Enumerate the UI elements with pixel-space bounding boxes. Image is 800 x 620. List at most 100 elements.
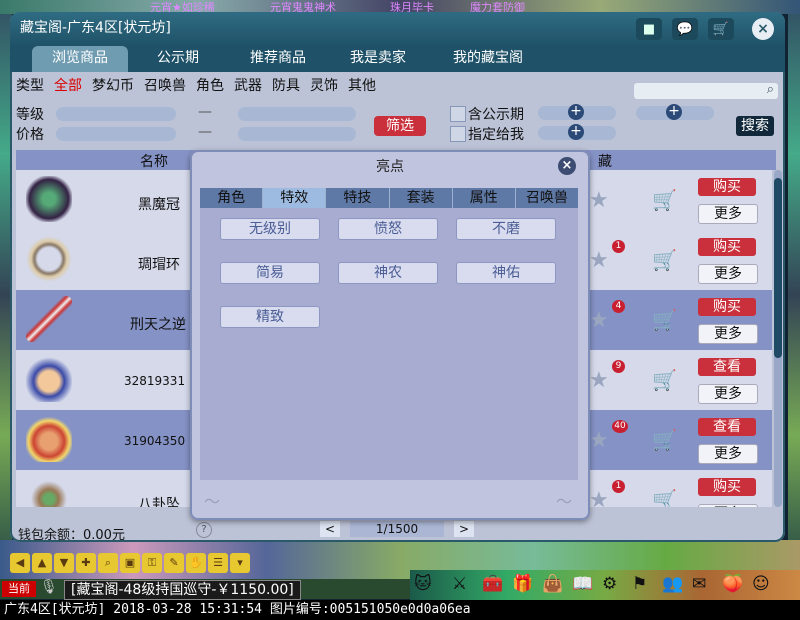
plus-icon: + xyxy=(666,104,682,120)
magnifier-icon[interactable]: ⌕ xyxy=(98,553,118,573)
tab-browse[interactable]: 浏览商品 xyxy=(32,46,128,72)
option-simple[interactable]: 简易 xyxy=(220,262,320,284)
bag-icon[interactable]: ▣ xyxy=(120,553,140,573)
tab-my-pavilion[interactable]: 我的藏宝阁 xyxy=(436,46,540,72)
option-shenyou[interactable]: 神佑 xyxy=(456,262,556,284)
hand-icon[interactable]: ✋ xyxy=(186,553,206,573)
chat-message[interactable]: [藏宝阁-48级持国巡守-￥1150.00] xyxy=(64,580,301,600)
tab-effects[interactable]: 特效 xyxy=(263,188,327,208)
add-filter-button[interactable]: + xyxy=(636,104,714,120)
view-button[interactable]: 查看 xyxy=(698,358,756,376)
option-shennong[interactable]: 神农 xyxy=(338,262,438,284)
chat-bubble-icon[interactable]: 💬 xyxy=(672,18,698,40)
close-icon[interactable]: × xyxy=(752,18,774,40)
more-button[interactable]: 更多 xyxy=(698,504,758,507)
arrow-left-icon[interactable]: ◀ xyxy=(10,553,30,573)
cart-icon[interactable]: 🛒 xyxy=(652,488,677,507)
prev-page-button[interactable]: < xyxy=(320,521,340,537)
add-filter-button[interactable]: + xyxy=(538,104,616,120)
category-all[interactable]: 全部 xyxy=(54,78,82,94)
favorite-star-icon[interactable]: ★ xyxy=(589,488,609,507)
book-icon[interactable]: 📖 xyxy=(572,574,593,594)
favorite-star-icon[interactable]: ★ xyxy=(589,368,609,393)
sword-icon[interactable]: ⚔ xyxy=(452,574,467,594)
option-anger[interactable]: 愤怒 xyxy=(338,218,438,240)
lock-icon[interactable]: ⚿ xyxy=(142,553,162,573)
flag-icon[interactable]: ⚑ xyxy=(632,574,647,594)
buy-button[interactable]: 购买 xyxy=(698,298,756,316)
more-button[interactable]: 更多 xyxy=(698,384,758,404)
favorite-star-icon[interactable]: ★ xyxy=(589,248,609,273)
gear-icon[interactable]: ⚙ xyxy=(602,574,617,594)
scrollbar-thumb[interactable] xyxy=(774,178,782,358)
cart-icon[interactable]: 🛒 xyxy=(708,18,734,40)
category-armor[interactable]: 防具 xyxy=(272,78,300,94)
cart-icon[interactable]: 🛒 xyxy=(652,428,677,452)
option-no-level[interactable]: 无级别 xyxy=(220,218,320,240)
tab-role[interactable]: 角色 xyxy=(200,188,264,208)
tab-summon[interactable]: 召唤兽 xyxy=(516,188,578,208)
level-min-input[interactable] xyxy=(56,107,176,121)
tab-attributes[interactable]: 属性 xyxy=(453,188,516,208)
assigned-checkbox[interactable] xyxy=(450,126,466,142)
option-unbreakable[interactable]: 不磨 xyxy=(456,218,556,240)
pet-icon[interactable]: 🐱 xyxy=(414,574,432,594)
option-exquisite[interactable]: 精致 xyxy=(220,306,320,328)
chevron-down-icon[interactable]: ▾ xyxy=(230,553,250,573)
chat-channel[interactable]: 当前 xyxy=(2,581,36,597)
cart-icon[interactable]: 🛒 xyxy=(652,368,677,392)
tab-skills[interactable]: 特技 xyxy=(326,188,390,208)
favorite-star-icon[interactable]: ★ xyxy=(589,428,609,453)
help-icon[interactable]: ? xyxy=(196,522,212,538)
category-weapon[interactable]: 武器 xyxy=(234,78,262,94)
category-currency[interactable]: 梦幻币 xyxy=(92,78,134,94)
more-button[interactable]: 更多 xyxy=(698,444,758,464)
category-summon[interactable]: 召唤兽 xyxy=(144,78,186,94)
close-icon[interactable]: × xyxy=(558,157,576,175)
price-max-input[interactable] xyxy=(238,127,356,141)
buy-button[interactable]: 购买 xyxy=(698,478,756,496)
next-page-button[interactable]: > xyxy=(454,521,474,537)
search-input[interactable]: ⌕ xyxy=(634,82,778,99)
add-filter-button[interactable]: + xyxy=(538,124,616,140)
cart-icon[interactable]: 🛒 xyxy=(652,188,677,212)
gift-icon[interactable]: 🎁 xyxy=(512,574,533,594)
arrow-down-icon[interactable]: ▼ xyxy=(54,553,74,573)
brush-icon[interactable]: ✎ xyxy=(164,553,184,573)
arrow-up-icon[interactable]: ▲ xyxy=(32,553,52,573)
tab-sets[interactable]: 套装 xyxy=(390,188,453,208)
mail-icon[interactable]: ✉ xyxy=(692,574,706,594)
buy-button[interactable]: 购买 xyxy=(698,238,756,256)
favorite-star-icon[interactable]: ★ xyxy=(589,188,609,213)
more-button[interactable]: 更多 xyxy=(698,204,758,224)
speech-icon[interactable]: ☰ xyxy=(208,553,228,573)
treasure-chest-icon[interactable]: 🧰 xyxy=(482,574,503,594)
search-button[interactable]: 搜索 xyxy=(736,116,774,136)
bag-icon[interactable]: 👜 xyxy=(542,574,563,594)
tab-public[interactable]: 公示期 xyxy=(138,46,218,72)
more-button[interactable]: 更多 xyxy=(698,324,758,344)
level-max-input[interactable] xyxy=(238,107,356,121)
category-accessory[interactable]: 灵饰 xyxy=(310,78,338,94)
more-button[interactable]: 更多 xyxy=(698,264,758,284)
category-role[interactable]: 角色 xyxy=(196,78,224,94)
search-icon[interactable]: ⌕ xyxy=(767,82,774,97)
stop-icon[interactable]: ■ xyxy=(636,18,662,40)
peach-icon[interactable]: 🍑 xyxy=(722,574,743,594)
view-button[interactable]: 查看 xyxy=(698,418,756,436)
team-icon[interactable]: 👥 xyxy=(662,574,683,594)
tab-recommended[interactable]: 推荐商品 xyxy=(236,46,320,72)
microphone-icon[interactable]: 🎙 xyxy=(40,579,58,595)
price-min-input[interactable] xyxy=(56,127,176,141)
cart-icon[interactable]: 🛒 xyxy=(652,248,677,272)
cart-icon[interactable]: 🛒 xyxy=(652,308,677,332)
tab-seller[interactable]: 我是卖家 xyxy=(336,46,420,72)
scrollbar[interactable] xyxy=(774,170,782,507)
public-checkbox[interactable] xyxy=(450,106,466,122)
favorite-star-icon[interactable]: ★ xyxy=(589,308,609,333)
move-icon[interactable]: ✚ xyxy=(76,553,96,573)
smile-icon[interactable]: ☺ xyxy=(752,574,770,594)
category-other[interactable]: 其他 xyxy=(348,78,376,94)
buy-button[interactable]: 购买 xyxy=(698,178,756,196)
filter-button[interactable]: 筛选 xyxy=(374,116,426,136)
